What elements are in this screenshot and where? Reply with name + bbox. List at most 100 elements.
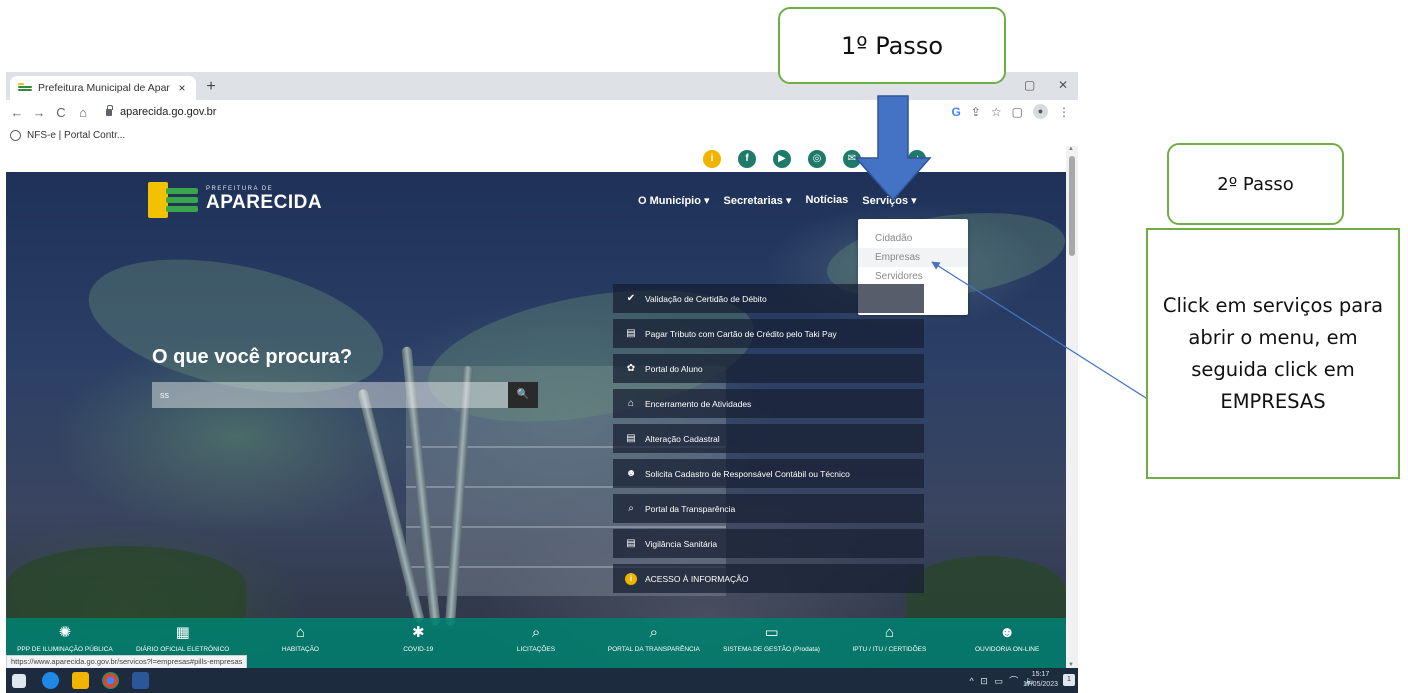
forward-button[interactable]: → bbox=[28, 105, 50, 120]
building-icon: ⌂ bbox=[884, 624, 894, 641]
service-cadastro-responsavel[interactable]: ☻ Solicita Cadastro de Responsável Contáb… bbox=[613, 459, 924, 488]
browser-menu-icon[interactable]: ⋮ bbox=[1058, 105, 1070, 119]
instagram-icon[interactable]: ◎ bbox=[808, 150, 826, 168]
services-list: ✔ Validação de Certidão de Débito ▤ Pagar … bbox=[613, 284, 924, 599]
instruction-note: Click em serviços para abrir o menu, em … bbox=[1146, 228, 1400, 479]
house-icon: ⌂ bbox=[295, 624, 305, 641]
nav-noticias[interactable]: Notícias bbox=[805, 194, 848, 207]
edge-icon[interactable] bbox=[42, 672, 59, 689]
quick-link-licitacoes[interactable]: ⌕ LICITAÇÕES bbox=[477, 618, 595, 668]
service-label: Portal do Aluno bbox=[645, 363, 703, 374]
quick-link-iptu[interactable]: ⌂ IPTU / ITU / CERTIDÕES bbox=[830, 618, 948, 668]
quick-link-transparencia[interactable]: ⌕ PORTAL DA TRANSPARÊNCIA bbox=[595, 618, 713, 668]
quick-link-label: PPP DE ILUMINAÇÃO PÚBLICA bbox=[17, 646, 113, 653]
info-icon[interactable]: i bbox=[703, 150, 721, 168]
notification-center-icon[interactable]: 1 bbox=[1063, 674, 1075, 686]
quick-link-ouvidoria[interactable]: ☻ OUVIDORIA ON-LINE bbox=[948, 618, 1066, 668]
tiktok-icon[interactable]: ♪ bbox=[908, 150, 926, 168]
user-voice-icon: ☻ bbox=[999, 624, 1016, 641]
search-input[interactable]: ss bbox=[152, 382, 508, 408]
scrollbar-thumb[interactable] bbox=[1069, 156, 1075, 256]
graduation-cap-icon: ✿ bbox=[626, 363, 636, 374]
nav-servicos[interactable]: Serviços ▾ bbox=[862, 194, 916, 207]
site-logo[interactable]: PREFEITURA DE APARECIDA bbox=[148, 182, 322, 218]
status-bar-url: https://www.aparecida.go.gov.br/servicos… bbox=[6, 655, 248, 669]
home-icon: ⌂ bbox=[627, 398, 635, 409]
facebook-icon[interactable]: f bbox=[738, 150, 756, 168]
back-button[interactable]: ← bbox=[6, 105, 28, 120]
quick-link-label: OUVIDORIA ON-LINE bbox=[974, 646, 1040, 653]
clock-date: 17/05/2023 bbox=[1022, 681, 1058, 688]
globe-icon bbox=[10, 129, 21, 141]
word-icon[interactable] bbox=[132, 672, 149, 689]
quick-link-label: IPTU / ITU / CERTIDÕES bbox=[852, 646, 927, 653]
service-label: Encerramento de Atividades bbox=[645, 398, 752, 409]
users-icon: ☻ bbox=[625, 468, 637, 479]
quick-link-label: SISTEMA DE GESTÃO (Prodata) bbox=[723, 646, 820, 653]
check-icon: ✔ bbox=[626, 293, 636, 304]
trees bbox=[6, 546, 246, 626]
step2-callout: 2º Passo bbox=[1167, 143, 1344, 225]
taskbar-clock[interactable]: 15:17 17/05/2023 bbox=[1023, 670, 1058, 690]
close-window-button[interactable]: ✕ bbox=[1058, 78, 1068, 92]
trees bbox=[906, 556, 1066, 626]
quick-link-sistema-gestao[interactable]: ▭ SISTEMA DE GESTÃO (Prodata) bbox=[713, 618, 831, 668]
toolbar-actions: G ⇪ ☆ ▢ ● ⋮ bbox=[951, 104, 1070, 119]
lock-icon[interactable] bbox=[106, 104, 113, 116]
service-label: Alteração Cadastral bbox=[645, 433, 720, 444]
bookmark-nfse[interactable]: NFS-e | Portal Contr... bbox=[27, 130, 125, 141]
service-encerramento-atividades[interactable]: ⌂ Encerramento de Atividades bbox=[613, 389, 924, 418]
lightbulb-icon: ✺ bbox=[58, 624, 72, 641]
search-document-icon: ⌕ bbox=[531, 624, 541, 641]
step1-callout: 1º Passo bbox=[778, 7, 1006, 84]
youtube-icon[interactable]: ▶ bbox=[773, 150, 791, 168]
search-document-icon: ⌕ bbox=[649, 624, 658, 641]
quick-link-covid[interactable]: ✱ COVID-19 bbox=[359, 618, 477, 668]
service-pagar-tributo[interactable]: ▤ Pagar Tributo com Cartão de Crédito pel… bbox=[613, 319, 924, 348]
windows-start-icon[interactable] bbox=[12, 674, 26, 688]
quick-link-habitacao[interactable]: ⌂ HABITAÇÃO bbox=[242, 618, 360, 668]
service-portal-transparencia[interactable]: ⌕ Portal da Transparência bbox=[613, 494, 924, 523]
tab-close-icon[interactable]: × bbox=[176, 81, 188, 95]
service-alteracao-cadastral[interactable]: ▤ Alteração Cadastral bbox=[613, 424, 924, 453]
calendar-icon: ▦ bbox=[175, 624, 190, 641]
scroll-up-icon[interactable]: ▲ bbox=[1068, 146, 1074, 152]
document-icon: ▤ bbox=[626, 433, 636, 444]
side-panel-icon[interactable]: ▢ bbox=[1012, 105, 1023, 119]
web-page: i f ▶ ◎ ✉ ♪ PREFEITURA DE APARECIDA O Mu… bbox=[6, 146, 1066, 668]
service-portal-aluno[interactable]: ✿ Portal do Aluno bbox=[613, 354, 924, 383]
service-acesso-informacao[interactable]: i ACESSO À INFORMAÇÃO bbox=[613, 564, 924, 593]
service-label: Pagar Tributo com Cartão de Crédito pelo… bbox=[645, 328, 837, 339]
service-label: Portal da Transparência bbox=[645, 503, 736, 514]
tab-title: Prefeitura Municipal de Aparecid bbox=[38, 82, 170, 94]
quick-link-label: DIÁRIO OFICIAL ELETRÔNICO bbox=[136, 646, 230, 653]
share-icon[interactable]: ⇪ bbox=[971, 105, 981, 119]
quick-link-label: COVID-19 bbox=[403, 646, 434, 653]
email-icon[interactable]: ✉ bbox=[843, 150, 861, 168]
virus-icon: ✱ bbox=[411, 624, 425, 641]
dropdown-item-cidadao[interactable]: Cidadão bbox=[858, 229, 968, 248]
browser-tab[interactable]: Prefeitura Municipal de Aparecid × bbox=[10, 76, 196, 100]
dropdown-item-empresas[interactable]: Empresas bbox=[858, 248, 968, 267]
bookmark-star-icon[interactable]: ☆ bbox=[991, 105, 1002, 119]
address-bar[interactable]: aparecida.go.gov.br bbox=[120, 106, 216, 118]
chrome-icon[interactable] bbox=[102, 672, 119, 689]
document-icon: ▤ bbox=[626, 538, 636, 549]
service-vigilancia-sanitaria[interactable]: ▤ Vigilância Sanitária bbox=[613, 529, 924, 558]
page-scrollbar[interactable]: ▲ ▼ bbox=[1066, 146, 1078, 668]
google-lens-icon[interactable]: G bbox=[951, 105, 960, 119]
file-explorer-icon[interactable] bbox=[72, 672, 89, 689]
quick-link-label: HABITAÇÃO bbox=[281, 646, 319, 653]
restore-window-button[interactable]: ▢ bbox=[1024, 78, 1035, 92]
nav-secretarias[interactable]: Secretarias ▾ bbox=[724, 194, 792, 207]
home-button[interactable]: ⌂ bbox=[72, 105, 94, 120]
profile-avatar[interactable]: ● bbox=[1033, 104, 1048, 119]
browser-toolbar: ← → C ⌂ aparecida.go.gov.br G ⇪ ☆ ▢ ● ⋮ bbox=[6, 100, 1078, 124]
search-button[interactable]: 🔍 bbox=[508, 382, 538, 408]
search-document-icon: ⌕ bbox=[628, 503, 634, 514]
new-tab-button[interactable]: + bbox=[202, 78, 220, 96]
bookmarks-bar: NFS-e | Portal Contr... bbox=[6, 124, 1078, 146]
nav-o-municipio[interactable]: O Município ▾ bbox=[638, 194, 710, 207]
reload-button[interactable]: C bbox=[50, 105, 72, 120]
service-validacao-certidao[interactable]: ✔ Validação de Certidão de Débito bbox=[613, 284, 924, 313]
